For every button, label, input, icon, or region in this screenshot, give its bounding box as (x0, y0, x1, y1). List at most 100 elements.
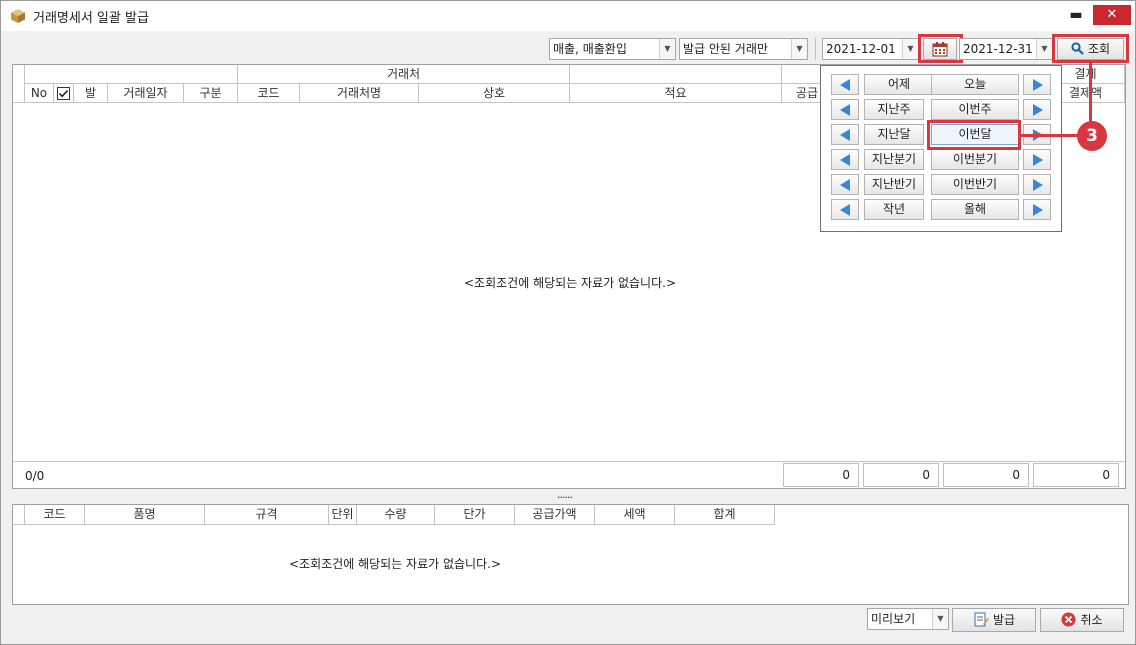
arrow-right-icon (1033, 179, 1043, 191)
detail-col-spec[interactable]: 규격 (205, 505, 329, 525)
prev-yesterday-arrow[interactable] (831, 74, 859, 95)
prev-month-arrow[interactable] (831, 124, 859, 145)
total-box-4: 0 (1033, 463, 1119, 487)
detail-col-supply-amount[interactable]: 공급가액 (515, 505, 595, 525)
total-box-2: 0 (863, 463, 939, 487)
summary-group-header (570, 65, 782, 84)
col-type[interactable]: 구분 (184, 84, 238, 103)
prev-half-arrow[interactable] (831, 174, 859, 195)
search-button-highlight (1052, 34, 1129, 63)
issue-button[interactable]: 발급 (952, 608, 1036, 632)
prev-quarter-arrow[interactable] (831, 149, 859, 170)
title-bar: 거래명세서 일괄 발급 ▬ ✕ (1, 1, 1135, 31)
arrow-right-icon (1033, 154, 1043, 166)
detail-col-item-name[interactable]: 품명 (85, 505, 205, 525)
detail-row-header-corner (13, 505, 25, 525)
toolbar-divider (815, 38, 816, 60)
preset-last-year[interactable]: 작년 (864, 199, 924, 220)
issue-filter-value: 발급 안된 거래만 (683, 42, 768, 56)
arrow-left-icon (840, 79, 850, 91)
chevron-down-icon: ▼ (791, 39, 807, 59)
total-box-1: 0 (783, 463, 859, 487)
close-button[interactable]: ✕ (1093, 5, 1131, 25)
arrow-left-icon (840, 204, 850, 216)
prev-year-arrow[interactable] (831, 199, 859, 220)
preset-last-half[interactable]: 지난반기 (864, 174, 924, 195)
sales-type-select[interactable]: 매출, 매출환입 ▼ (549, 38, 676, 60)
footer-divider (13, 461, 1125, 462)
date-to-value: 2021-12-31 (963, 42, 1033, 56)
step-badge: 3 (1077, 121, 1107, 151)
preset-this-quarter[interactable]: 이번분기 (931, 149, 1019, 170)
next-week-arrow[interactable] (1023, 99, 1051, 120)
box-icon (11, 9, 25, 23)
prev-week-arrow[interactable] (831, 99, 859, 120)
select-all-checkbox[interactable] (54, 84, 74, 103)
chevron-down-icon: ▼ (902, 39, 918, 59)
issue-button-label: 발급 (992, 613, 1016, 627)
callout-line-vertical (1089, 61, 1092, 123)
preset-this-half[interactable]: 이번반기 (931, 174, 1019, 195)
preset-last-month[interactable]: 지난달 (864, 124, 924, 145)
this-month-highlight (927, 120, 1021, 150)
calendar-button-highlight (918, 34, 963, 63)
preset-last-quarter[interactable]: 지난분기 (864, 149, 924, 170)
next-quarter-arrow[interactable] (1023, 149, 1051, 170)
preset-this-year[interactable]: 올해 (931, 199, 1019, 220)
minimize-button[interactable]: ▬ (1065, 5, 1087, 25)
col-summary[interactable]: 적요 (570, 84, 782, 103)
blank-group-header (25, 65, 238, 84)
chevron-down-icon: ▼ (932, 609, 948, 629)
arrow-right-icon (1033, 204, 1043, 216)
customer-group-header: 거래처 (238, 65, 570, 84)
preset-yesterday[interactable]: 어제 (864, 74, 934, 95)
chevron-down-icon: ▼ (659, 39, 675, 59)
preview-value: 미리보기 (871, 612, 916, 626)
arrow-right-icon (1033, 104, 1043, 116)
arrow-left-icon (840, 104, 850, 116)
next-half-arrow[interactable] (1023, 174, 1051, 195)
total-box-3: 0 (943, 463, 1029, 487)
document-edit-icon (974, 612, 989, 627)
col-code[interactable]: 코드 (238, 84, 300, 103)
arrow-right-icon (1033, 79, 1043, 91)
date-from-field[interactable]: 2021-12-01 ▼ (822, 38, 919, 60)
col-customer-name[interactable]: 거래처명 (300, 84, 419, 103)
chevron-down-icon: ▼ (1036, 39, 1052, 59)
detail-col-unit-price[interactable]: 단가 (435, 505, 515, 525)
next-year-arrow[interactable] (1023, 199, 1051, 220)
preset-this-week[interactable]: 이번주 (931, 99, 1019, 120)
col-trade-date[interactable]: 거래일자 (108, 84, 184, 103)
detail-col-total[interactable]: 합계 (675, 505, 775, 525)
row-header-corner (13, 65, 25, 103)
arrow-left-icon (840, 154, 850, 166)
detail-col-tax[interactable]: 세액 (595, 505, 675, 525)
col-issued[interactable]: 발 (74, 84, 108, 103)
preview-select[interactable]: 미리보기 ▼ (867, 608, 949, 630)
next-today-arrow[interactable] (1023, 74, 1051, 95)
cancel-icon (1061, 612, 1076, 627)
cancel-button[interactable]: 취소 (1040, 608, 1124, 632)
preset-last-week[interactable]: 지난주 (864, 99, 924, 120)
grid-empty-message: <조회조건에 해당되는 자료가 없습니다.> (464, 276, 677, 290)
arrow-left-icon (840, 129, 850, 141)
detail-col-unit[interactable]: 단위 (329, 505, 357, 525)
col-company[interactable]: 상호 (419, 84, 570, 103)
detail-col-quantity[interactable]: 수량 (357, 505, 435, 525)
col-no[interactable]: No (25, 84, 54, 103)
window: 거래명세서 일괄 발급 ▬ ✕ 매출, 매출환입 ▼ 발급 안된 거래만 ▼ 2… (0, 0, 1136, 645)
cancel-button-label: 취소 (1080, 613, 1103, 627)
preset-today[interactable]: 오늘 (931, 74, 1019, 95)
detail-col-code[interactable]: 코드 (25, 505, 85, 525)
detail-grid: 코드 품명 규격 단위 수량 단가 공급가액 세액 합계 <조회조건에 해당되는… (12, 504, 1129, 605)
checkbox-checked-icon (57, 87, 70, 100)
window-title: 거래명세서 일괄 발급 (33, 11, 149, 26)
date-to-field[interactable]: 2021-12-31 ▼ (959, 38, 1053, 60)
callout-line-horizontal (1021, 134, 1079, 137)
arrow-left-icon (840, 179, 850, 191)
date-from-value: 2021-12-01 (826, 42, 896, 56)
record-count: 0/0 (25, 469, 45, 483)
detail-empty-message: <조회조건에 해당되는 자료가 없습니다.> (289, 557, 502, 571)
issue-filter-select[interactable]: 발급 안된 거래만 ▼ (679, 38, 808, 60)
splitter-handle[interactable]: ...... (557, 488, 573, 501)
